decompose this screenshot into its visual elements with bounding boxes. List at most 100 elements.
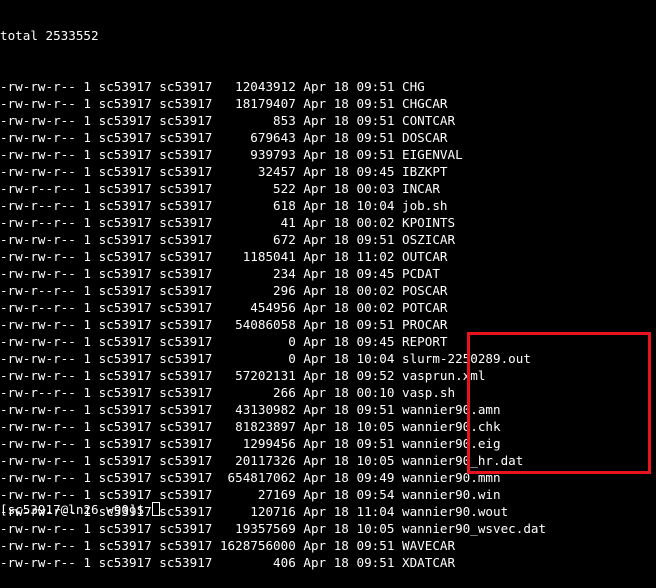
file-time: 09:49 <box>356 470 395 485</box>
file-month: Apr <box>303 215 327 230</box>
file-permissions: -rw-rw-r-- <box>0 232 76 247</box>
file-day: 18 <box>333 164 349 179</box>
file-listing-row: -rw-rw-r-- 1 sc53917 sc53917 18179407 Ap… <box>0 95 656 112</box>
file-permissions: -rw-rw-r-- <box>0 521 76 536</box>
file-time: 09:52 <box>356 368 395 383</box>
file-day: 18 <box>333 198 349 213</box>
file-listing-row: -rw-rw-r-- 1 sc53917 sc53917 234 Apr 18 … <box>0 265 656 282</box>
file-size: 1628756000 <box>219 538 296 553</box>
file-day: 18 <box>333 385 349 400</box>
file-link-count: 1 <box>83 113 92 128</box>
file-size: 43130982 <box>219 402 296 417</box>
file-month: Apr <box>303 147 327 162</box>
file-permissions: -rw-r--r-- <box>0 283 76 298</box>
file-owner: sc53917 <box>98 130 152 145</box>
file-group: sc53917 <box>159 334 213 349</box>
file-listing-row: -rw-rw-r-- 1 sc53917 sc53917 853 Apr 18 … <box>0 112 656 129</box>
file-month: Apr <box>303 419 327 434</box>
file-month: Apr <box>303 351 327 366</box>
file-size: 679643 <box>219 130 296 145</box>
file-name: slurm-2250289.out <box>402 351 531 366</box>
file-size: 81823897 <box>219 419 296 434</box>
file-day: 18 <box>333 334 349 349</box>
file-owner: sc53917 <box>98 334 152 349</box>
file-name: wannier90_hr.dat <box>402 453 524 468</box>
file-day: 18 <box>333 181 349 196</box>
file-size: 234 <box>219 266 296 281</box>
file-permissions: -rw-rw-r-- <box>0 419 76 434</box>
file-listing-row: -rw-rw-r-- 1 sc53917 sc53917 19357569 Ap… <box>0 520 656 537</box>
file-time: 10:05 <box>356 453 395 468</box>
file-name: wannier90.eig <box>402 436 501 451</box>
file-day: 18 <box>333 215 349 230</box>
file-link-count: 1 <box>83 198 92 213</box>
file-owner: sc53917 <box>98 266 152 281</box>
file-size: 27169 <box>219 487 296 502</box>
file-name: CONTCAR <box>402 113 456 128</box>
file-size: 654817062 <box>219 470 296 485</box>
file-month: Apr <box>303 198 327 213</box>
file-day: 18 <box>333 368 349 383</box>
file-size: 296 <box>219 283 296 298</box>
file-listing-row: -rw-rw-r-- 1 sc53917 sc53917 57202131 Ap… <box>0 367 656 384</box>
file-link-count: 1 <box>83 436 92 451</box>
file-owner: sc53917 <box>98 538 152 553</box>
file-day: 18 <box>333 96 349 111</box>
file-listing-row: -rw-rw-r-- 1 sc53917 sc53917 12043912 Ap… <box>0 78 656 95</box>
file-permissions: -rw-rw-r-- <box>0 368 76 383</box>
file-day: 18 <box>333 436 349 451</box>
file-name: EIGENVAL <box>402 147 463 162</box>
prompt-text: [sc53917@ln26 w90]$ <box>0 502 145 517</box>
file-name: job.sh <box>402 198 448 213</box>
file-owner: sc53917 <box>98 317 152 332</box>
file-link-count: 1 <box>83 147 92 162</box>
file-permissions: -rw-r--r-- <box>0 215 76 230</box>
file-link-count: 1 <box>83 232 92 247</box>
file-link-count: 1 <box>83 555 92 570</box>
file-link-count: 1 <box>83 181 92 196</box>
file-size: 32457 <box>219 164 296 179</box>
file-listing-row: -rw-rw-r-- 1 sc53917 sc53917 654817062 A… <box>0 469 656 486</box>
file-month: Apr <box>303 266 327 281</box>
file-group: sc53917 <box>159 130 213 145</box>
file-size: 618 <box>219 198 296 213</box>
file-link-count: 1 <box>83 487 92 502</box>
file-name: CHGCAR <box>402 96 448 111</box>
file-permissions: -rw-r--r-- <box>0 181 76 196</box>
file-group: sc53917 <box>159 317 213 332</box>
file-month: Apr <box>303 96 327 111</box>
file-link-count: 1 <box>83 266 92 281</box>
file-day: 18 <box>333 487 349 502</box>
file-owner: sc53917 <box>98 351 152 366</box>
file-permissions: -rw-rw-r-- <box>0 470 76 485</box>
file-group: sc53917 <box>159 266 213 281</box>
file-owner: sc53917 <box>98 521 152 536</box>
file-link-count: 1 <box>83 470 92 485</box>
file-link-count: 1 <box>83 164 92 179</box>
file-size: 1185041 <box>219 249 296 264</box>
file-link-count: 1 <box>83 300 92 315</box>
file-link-count: 1 <box>83 402 92 417</box>
file-day: 18 <box>333 555 349 570</box>
file-permissions: -rw-r--r-- <box>0 385 76 400</box>
file-permissions: -rw-rw-r-- <box>0 249 76 264</box>
file-day: 18 <box>333 402 349 417</box>
file-link-count: 1 <box>83 215 92 230</box>
file-listing: -rw-rw-r-- 1 sc53917 sc53917 12043912 Ap… <box>0 78 656 571</box>
file-time: 00:02 <box>356 283 395 298</box>
file-day: 18 <box>333 538 349 553</box>
file-permissions: -rw-rw-r-- <box>0 266 76 281</box>
file-group: sc53917 <box>159 436 213 451</box>
file-link-count: 1 <box>83 385 92 400</box>
file-time: 10:05 <box>356 521 395 536</box>
file-permissions: -rw-rw-r-- <box>0 164 76 179</box>
shell-prompt[interactable]: [sc53917@ln26 w90]$ <box>0 501 656 518</box>
file-name: PROCAR <box>402 317 448 332</box>
file-month: Apr <box>303 113 327 128</box>
file-month: Apr <box>303 317 327 332</box>
file-name: DOSCAR <box>402 130 448 145</box>
file-day: 18 <box>333 300 349 315</box>
terminal-output[interactable]: total 2533552 -rw-rw-r-- 1 sc53917 sc539… <box>0 0 656 588</box>
file-listing-row: -rw-rw-r-- 1 sc53917 sc53917 54086058 Ap… <box>0 316 656 333</box>
file-listing-row: -rw-rw-r-- 1 sc53917 sc53917 1628756000 … <box>0 537 656 554</box>
